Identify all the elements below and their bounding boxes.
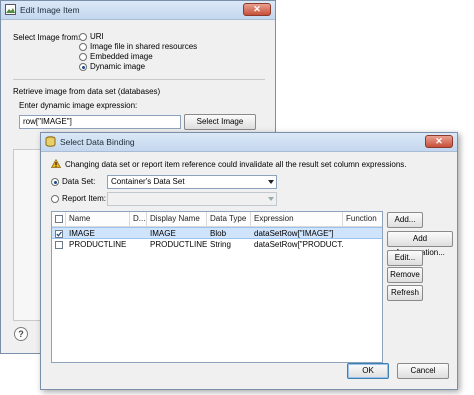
- close-icon[interactable]: ✕: [425, 135, 453, 148]
- radio-report-item[interactable]: [51, 195, 59, 203]
- bindings-table[interactable]: Name D... Display Name Data Type Express…: [51, 211, 383, 363]
- binding-titlebar[interactable]: Select Data Binding ✕: [41, 133, 457, 152]
- group-separator: [13, 79, 265, 80]
- radio-embedded-image-label[interactable]: Embedded image: [90, 52, 153, 61]
- image-item-icon: [5, 4, 16, 15]
- refresh-button[interactable]: Refresh: [387, 285, 423, 301]
- select-image-label: Select Image from:: [13, 33, 81, 42]
- column-header-data-type[interactable]: Data Type: [207, 212, 251, 226]
- report-item-dropdown[interactable]: [107, 192, 277, 206]
- row-checkbox[interactable]: [55, 229, 63, 238]
- select-data-binding-dialog: Select Data Binding ✕ Changing data set …: [40, 132, 458, 390]
- data-set-dropdown[interactable]: Container's Data Set: [107, 175, 277, 189]
- cell-function: [343, 239, 382, 251]
- data-binding-icon: [45, 136, 56, 147]
- cell-name: PRODUCTLINE: [69, 240, 127, 249]
- remove-button[interactable]: Remove: [387, 267, 423, 283]
- radio-shared-resources[interactable]: [79, 43, 87, 51]
- radio-data-set[interactable]: [51, 178, 59, 186]
- expression-label: Enter dynamic image expression:: [19, 101, 138, 110]
- row-checkbox[interactable]: [55, 240, 63, 249]
- cancel-button[interactable]: Cancel: [397, 363, 449, 379]
- radio-uri-label[interactable]: URI: [90, 32, 104, 41]
- select-all-checkbox[interactable]: [55, 215, 63, 223]
- table-row[interactable]: IMAGE IMAGE Blob dataSetRow["IMAGE"]: [52, 227, 382, 239]
- column-header-name[interactable]: Name: [66, 212, 130, 226]
- expression-input[interactable]: row["IMAGE"]: [19, 115, 181, 129]
- column-header-select[interactable]: [52, 212, 66, 226]
- radio-embedded-image[interactable]: [79, 53, 87, 61]
- report-item-label[interactable]: Report Item:: [62, 194, 106, 203]
- binding-title: Select Data Binding: [60, 137, 135, 147]
- radio-shared-resources-label[interactable]: Image file in shared resources: [90, 42, 197, 51]
- add-button[interactable]: Add...: [387, 212, 423, 228]
- edit-image-title: Edit Image Item: [20, 5, 80, 15]
- column-header-expression[interactable]: Expression: [251, 212, 343, 226]
- edit-button[interactable]: Edit...: [387, 250, 423, 266]
- checkmark-icon: [56, 231, 62, 237]
- edit-image-titlebar[interactable]: Edit Image Item ✕: [1, 1, 275, 20]
- warning-message: Changing data set or report item referen…: [65, 160, 407, 169]
- cell-d: [130, 239, 147, 251]
- cell-data-type: String: [210, 240, 231, 249]
- data-set-label[interactable]: Data Set:: [62, 177, 95, 186]
- radio-uri[interactable]: [79, 33, 87, 41]
- cell-display-name: PRODUCTLINE: [150, 240, 207, 249]
- help-icon[interactable]: ?: [14, 327, 28, 341]
- column-header-display-name[interactable]: Display Name: [147, 212, 207, 226]
- data-set-value: Container's Data Set: [111, 177, 185, 186]
- column-header-function[interactable]: Function: [343, 212, 382, 226]
- column-header-d[interactable]: D...: [130, 212, 147, 226]
- radio-dynamic-image[interactable]: [79, 63, 87, 71]
- retrieve-group-label: Retrieve image from data set (databases): [13, 87, 161, 96]
- ok-button[interactable]: OK: [347, 363, 389, 379]
- warning-icon: [51, 159, 61, 168]
- radio-dynamic-image-label[interactable]: Dynamic image: [90, 62, 145, 71]
- cell-expression: dataSetRow["PRODUCT...: [254, 240, 343, 249]
- table-row[interactable]: PRODUCTLINE PRODUCTLINE String dataSetRo…: [52, 239, 382, 251]
- close-icon[interactable]: ✕: [243, 3, 271, 16]
- chevron-down-icon: [268, 197, 274, 201]
- preview-area: [13, 149, 43, 321]
- add-aggregation-button[interactable]: Add Aggregation...: [387, 231, 453, 257]
- select-image-data-button[interactable]: Select Image Data...: [184, 114, 256, 140]
- chevron-down-icon: [268, 180, 274, 184]
